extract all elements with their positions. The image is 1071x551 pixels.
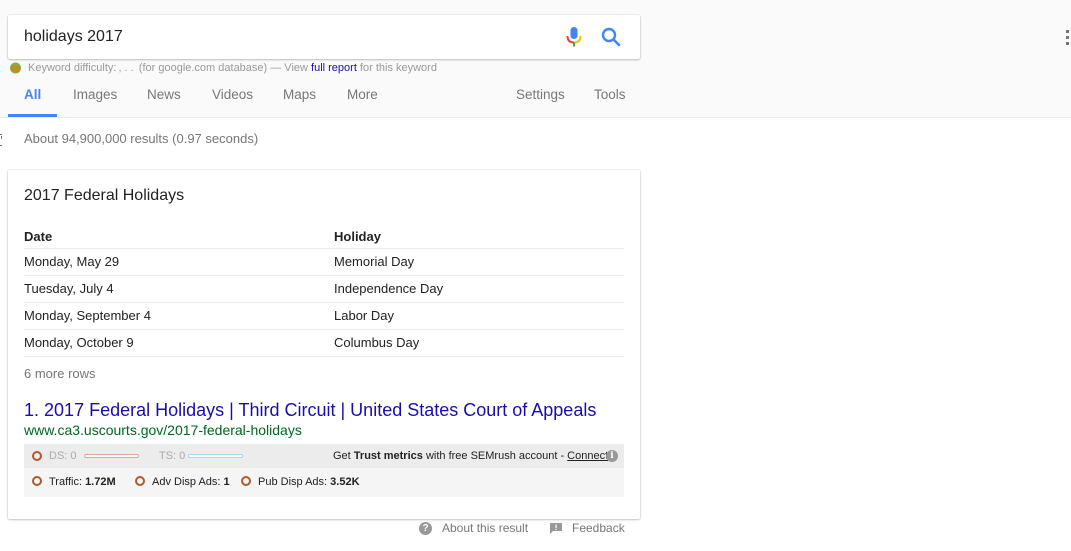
result-title-link[interactable]: 1. 2017 Federal Holidays | Third Circuit… — [24, 400, 596, 421]
result-stats: About 94,900,000 results (0.97 seconds) — [24, 131, 259, 146]
keyword-difficulty-value: , . . — [118, 62, 134, 74]
cell-holiday: Independence Day — [334, 275, 624, 303]
about-this-result-label: About this result — [442, 521, 529, 535]
result-title: 2017 Federal Holidays | Third Circuit | … — [44, 400, 597, 420]
holidays-table: Date Holiday Monday, May 29 Memorial Day… — [24, 222, 624, 357]
feedback-icon — [550, 522, 562, 534]
ds-bar — [84, 454, 139, 458]
feedback-label: Feedback — [572, 521, 625, 535]
result-url[interactable]: www.ca3.uscourts.gov/2017-federal-holida… — [24, 422, 302, 438]
tab-all[interactable]: All — [24, 80, 41, 118]
search-input[interactable] — [24, 15, 544, 59]
trust-metrics-text: Get Trust metrics with free SEMrush acco… — [333, 450, 609, 462]
semrush-row-scores: DS: 0 TS: 0 Get Trust metrics with free … — [24, 444, 624, 468]
adv-disp-ads-metric: Adv Disp Ads: 1 — [152, 476, 230, 488]
semrush-logo-icon: SQ — [9, 62, 22, 74]
pub-ads-ring-icon — [241, 476, 251, 486]
result-number: 1. — [24, 400, 40, 420]
tab-images[interactable]: Images — [73, 80, 117, 118]
full-report-link[interactable]: full report — [311, 62, 357, 74]
adv-ads-ring-icon — [135, 476, 145, 486]
feedback-link[interactable]: Feedback — [550, 521, 625, 535]
ts-bar — [188, 454, 243, 458]
connect-link[interactable]: Connect — [567, 450, 608, 462]
column-header-holiday: Holiday — [334, 222, 624, 249]
featured-snippet-card: 2017 Federal Holidays Date Holiday Monda… — [8, 170, 640, 519]
traffic-metric: Traffic: 1.72M — [49, 476, 116, 488]
help-icon: ? — [419, 521, 432, 535]
table-row: Monday, September 4 Labor Day — [24, 302, 624, 330]
column-header-date: Date — [24, 222, 334, 249]
header-area: SQ Keyword difficulty: , . . (for google… — [0, 0, 1071, 118]
tab-more[interactable]: More — [347, 80, 378, 118]
semrush-metrics-panel: DS: 0 TS: 0 Get Trust metrics with free … — [24, 444, 624, 497]
svg-text:SQ: SQ — [10, 66, 21, 73]
tab-tools[interactable]: Tools — [594, 80, 626, 118]
keyword-prefix: Keyword difficulty: — [28, 62, 117, 74]
tab-news[interactable]: News — [147, 80, 181, 118]
traffic-ring-icon — [32, 476, 42, 486]
table-header-row: Date Holiday — [24, 222, 624, 249]
microphone-icon[interactable] — [563, 25, 585, 49]
table-row: Tuesday, July 4 Independence Day — [24, 275, 624, 303]
ds-label: DS: 0 — [49, 450, 77, 462]
info-icon[interactable]: i — [606, 450, 618, 462]
ts-label: TS: 0 — [159, 450, 186, 462]
table-row: Monday, May 29 Memorial Day — [24, 248, 624, 276]
cell-holiday: Memorial Day — [334, 248, 624, 276]
cell-date: Tuesday, July 4 — [24, 275, 334, 303]
magnifier-icon[interactable] — [600, 26, 622, 48]
active-tab-indicator — [8, 114, 57, 117]
apps-menu-icon[interactable] — [1066, 30, 1071, 46]
pub-disp-ads-metric: Pub Disp Ads: 3.52K — [258, 476, 360, 488]
ds-ring-icon — [32, 451, 42, 461]
keyword-middle: (for google.com database) — View — [135, 62, 312, 74]
keyword-difficulty-bar: SQ Keyword difficulty: , . . (for google… — [9, 62, 437, 74]
cell-date: Monday, May 29 — [24, 248, 334, 276]
tab-videos[interactable]: Videos — [212, 80, 253, 118]
cell-date: Monday, September 4 — [24, 302, 334, 330]
cell-holiday: Labor Day — [334, 302, 624, 330]
cell-holiday: Columbus Day — [334, 329, 624, 357]
cell-date: Monday, October 9 — [24, 329, 334, 357]
more-rows-link[interactable]: 6 more rows — [24, 366, 96, 381]
search-box[interactable] — [8, 15, 640, 59]
tab-settings[interactable]: Settings — [516, 80, 565, 118]
about-this-result-link[interactable]: ? About this result — [419, 521, 528, 535]
semrush-row-traffic: Traffic: 1.72M Adv Disp Ads: 1 Pub Disp … — [24, 468, 624, 497]
scrollbar-fragment — [0, 134, 3, 148]
tab-maps[interactable]: Maps — [283, 80, 316, 118]
keyword-suffix: for this keyword — [356, 62, 437, 74]
table-row: Monday, October 9 Columbus Day — [24, 329, 624, 357]
featured-snippet-title: 2017 Federal Holidays — [24, 187, 185, 204]
